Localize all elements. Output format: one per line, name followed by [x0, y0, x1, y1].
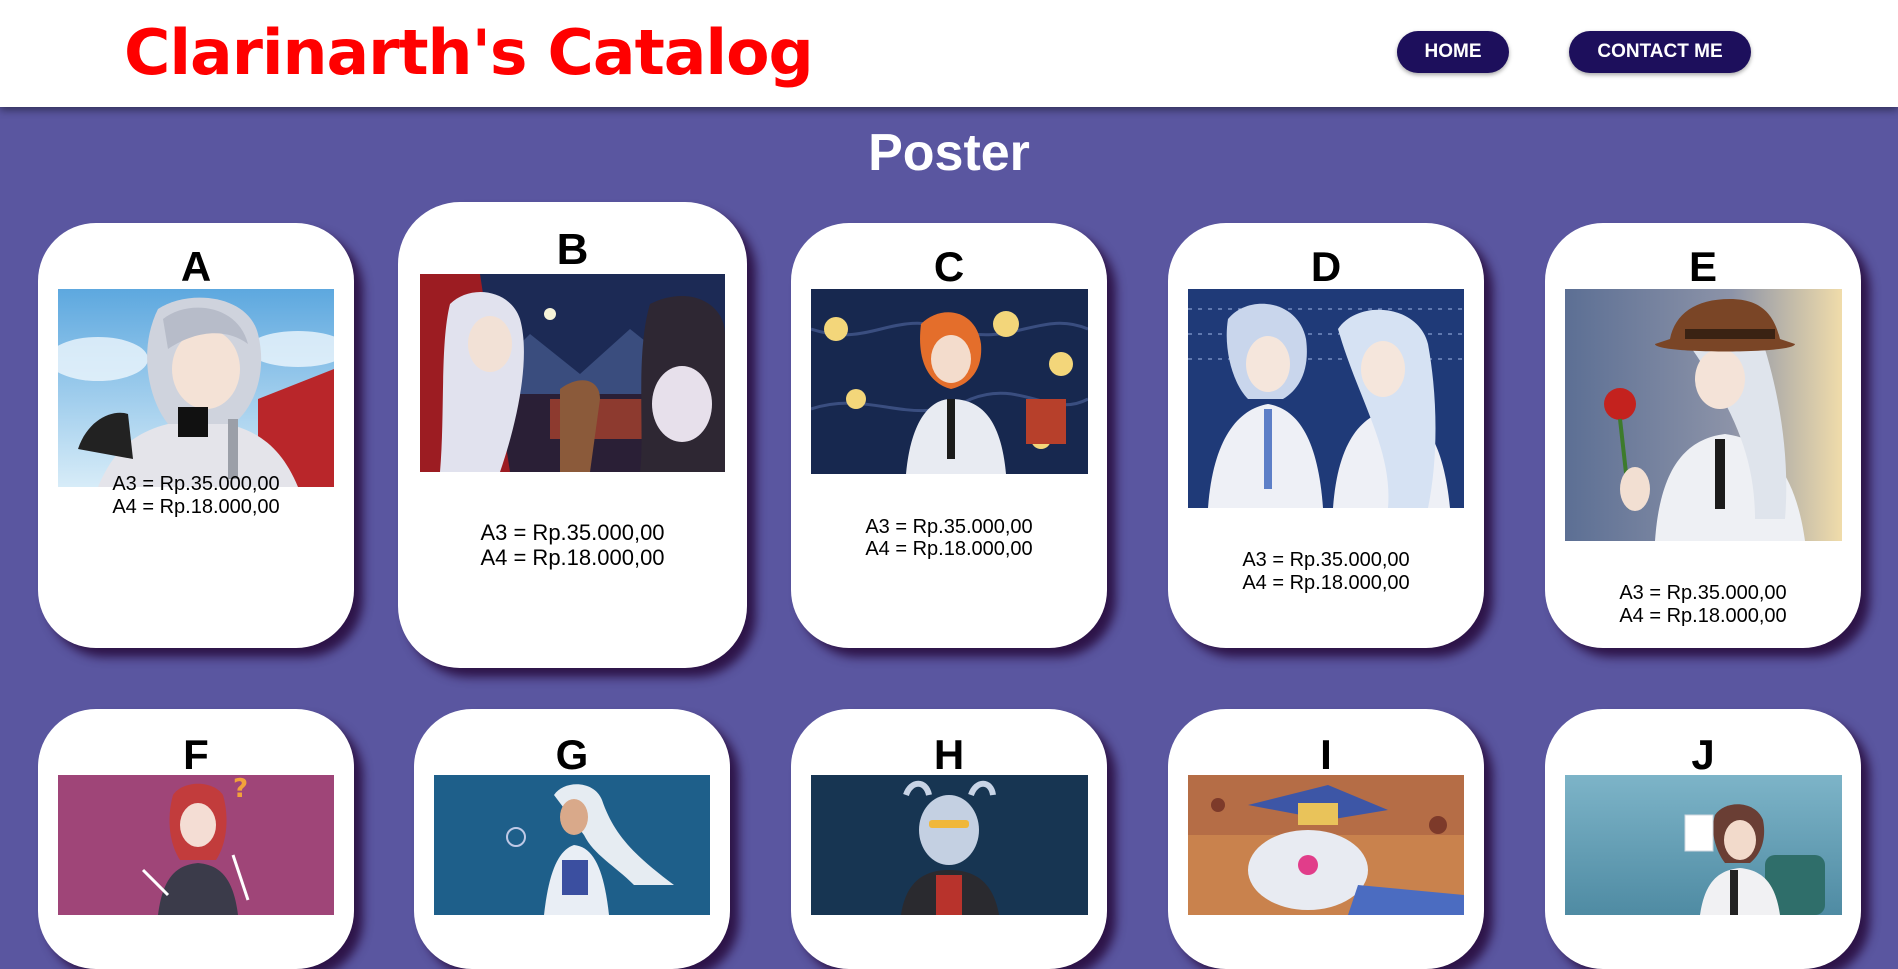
poster-card-b[interactable]: B A3 = Rp.35.000,00 A4 = Rp.18.000,00 [398, 202, 747, 668]
poster-card-e[interactable]: E A3 = Rp.35.000,00 A4 = Rp.18.000,00 [1545, 223, 1861, 648]
card-letter: J [1691, 731, 1715, 778]
price-a3: A3 = Rp.35.000,00 [865, 516, 1033, 538]
price-a4: A4 = Rp.18.000,00 [865, 538, 1033, 560]
price-a3: A3 = Rp.35.000,00 [1619, 582, 1787, 604]
poster-image-h[interactable] [811, 775, 1088, 915]
poster-card-d[interactable]: D A3 = Rp.35.000,00 A4 = Rp.18.000,00 [1168, 223, 1484, 648]
poster-card-j[interactable]: J [1545, 709, 1861, 969]
nav-home-button[interactable]: HOME [1397, 31, 1509, 73]
svg-text:?: ? [233, 775, 248, 804]
price-a4: A4 = Rp.18.000,00 [480, 545, 665, 570]
poster-card-h[interactable]: H [791, 709, 1107, 969]
card-letter: D [1310, 243, 1342, 290]
price-a3: A3 = Rp.35.000,00 [112, 473, 280, 495]
poster-image-e[interactable] [1565, 289, 1842, 541]
card-letter: H [933, 731, 965, 778]
price-a3: A3 = Rp.35.000,00 [1242, 549, 1410, 571]
poster-image-a[interactable] [58, 289, 334, 487]
poster-card-c[interactable]: C A3 = Rp.35.000,00 A4 = Rp.18.000,00 [791, 223, 1107, 648]
site-header: Clarinarth's Catalog HOME CONTACT ME [0, 0, 1898, 107]
nav-contact-button[interactable]: CONTACT ME [1569, 31, 1751, 73]
poster-card-g[interactable]: G [414, 709, 730, 969]
price-a4: A4 = Rp.18.000,00 [1619, 605, 1787, 627]
poster-image-c[interactable] [811, 289, 1088, 474]
poster-image-b[interactable] [420, 274, 725, 472]
poster-image-f[interactable]: ? [58, 775, 334, 915]
card-letter: G [555, 731, 589, 778]
site-logo[interactable]: Clarinarth's Catalog [124, 16, 814, 90]
poster-image-g[interactable] [434, 775, 710, 915]
poster-card-a[interactable]: A A3 = Rp.35.000,00 A4 = Rp.18.000,00 [38, 223, 354, 648]
poster-card-f[interactable]: F ? [38, 709, 354, 969]
card-letter: F [183, 731, 209, 778]
card-letter: A [180, 243, 212, 290]
card-letter: C [933, 243, 965, 290]
card-letter: B [556, 225, 589, 274]
poster-card-i[interactable]: I [1168, 709, 1484, 969]
section-title: Poster [868, 124, 1030, 182]
price-a4: A4 = Rp.18.000,00 [1242, 572, 1410, 594]
poster-image-i[interactable] [1188, 775, 1464, 915]
price-a3: A3 = Rp.35.000,00 [480, 520, 665, 545]
card-letter: I [1320, 731, 1332, 778]
poster-image-j[interactable] [1565, 775, 1842, 915]
poster-image-d[interactable] [1188, 289, 1464, 508]
card-letter: E [1688, 243, 1717, 290]
price-a4: A4 = Rp.18.000,00 [112, 496, 280, 518]
